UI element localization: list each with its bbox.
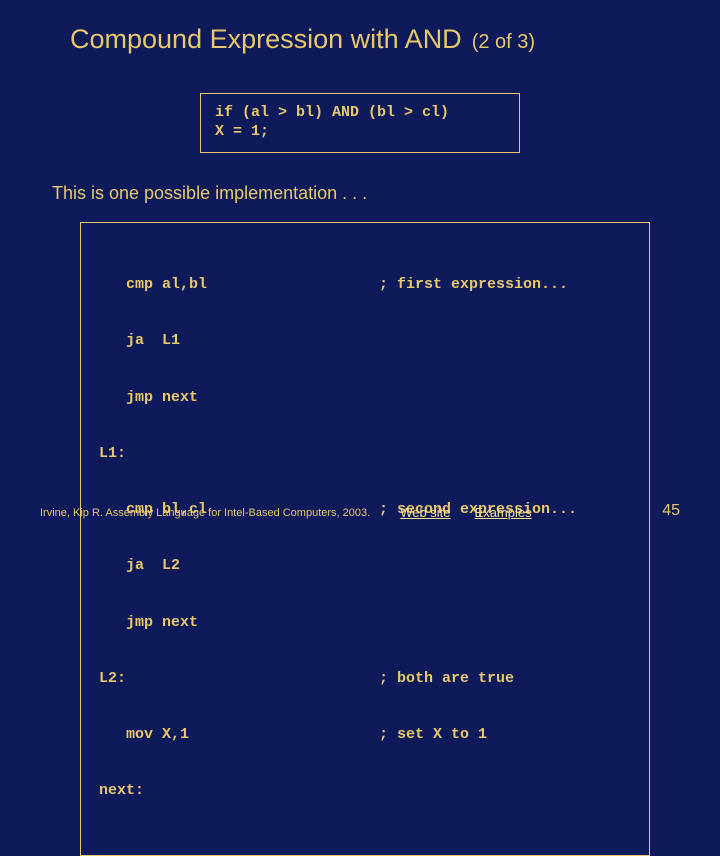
code-box: cmp al,bl; first expression... ja L1 jmp…	[80, 222, 650, 856]
footer-citation: Irvine, Kip R. Assembly Language for Int…	[40, 507, 370, 519]
code-line: L1:	[99, 445, 631, 464]
caption-text: This is one possible implementation . . …	[52, 183, 680, 204]
slide: Compound Expression with AND (2 of 3) if…	[0, 0, 720, 540]
slide-subtitle: (2 of 3)	[472, 31, 535, 54]
pseudocode-box: if (al > bl) AND (bl > cl) X = 1;	[200, 93, 520, 153]
code-line: cmp al,bl; first expression...	[99, 276, 631, 295]
footer-links: Web site Examples	[400, 505, 531, 520]
code-line: jmp next	[99, 614, 631, 633]
slide-title: Compound Expression with AND	[70, 24, 462, 55]
code-line: jmp next	[99, 389, 631, 408]
website-link[interactable]: Web site	[400, 505, 450, 520]
page-number: 45	[662, 502, 680, 520]
code-line: ja L2	[99, 557, 631, 576]
code-line: ja L1	[99, 332, 631, 351]
pseudocode-line: if (al > bl) AND (bl > cl)	[215, 104, 505, 123]
pseudocode-line: X = 1;	[215, 123, 505, 142]
title-row: Compound Expression with AND (2 of 3)	[70, 24, 680, 55]
footer: Irvine, Kip R. Assembly Language for Int…	[40, 505, 680, 520]
code-line: L2:; both are true	[99, 670, 631, 689]
code-line: next:	[99, 782, 631, 801]
examples-link[interactable]: Examples	[475, 505, 532, 520]
code-line: mov X,1; set X to 1	[99, 726, 631, 745]
